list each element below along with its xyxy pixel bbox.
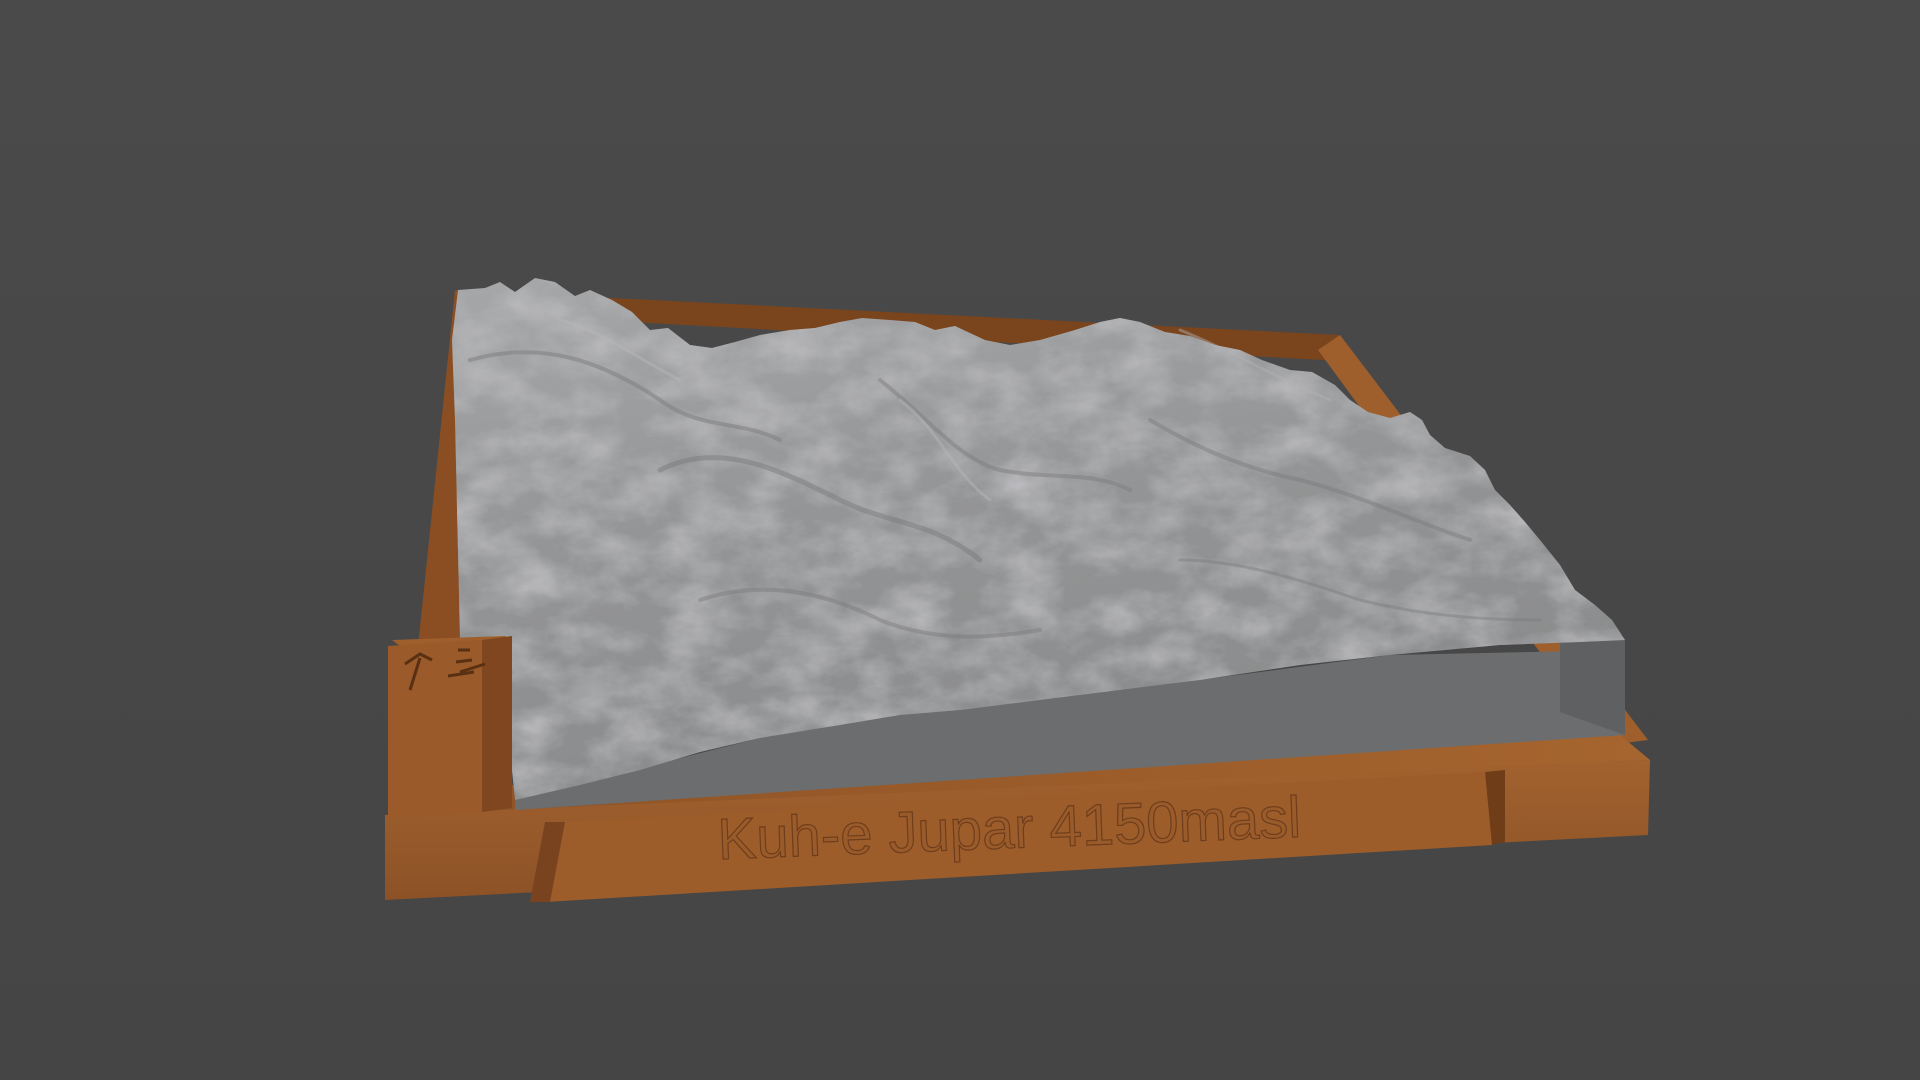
corner-post-side: [482, 636, 512, 812]
3d-viewport[interactable]: Kuh-e Jupar 4150masl: [0, 0, 1920, 1080]
terrain-model-render[interactable]: Kuh-e Jupar 4150masl: [0, 0, 1920, 1080]
corner-post-front: [388, 640, 482, 818]
